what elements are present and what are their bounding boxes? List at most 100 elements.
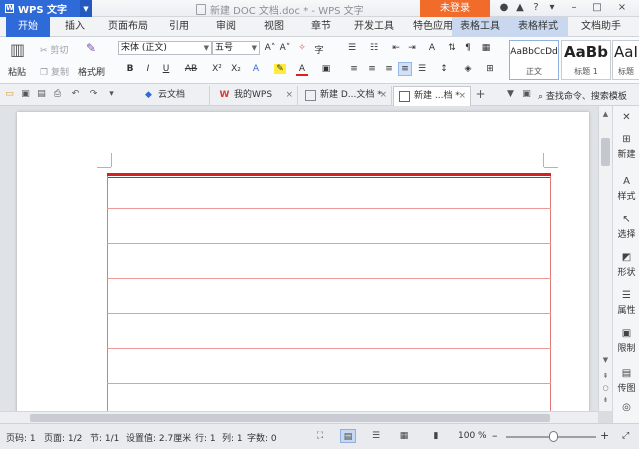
tab-document-1[interactable]: 新建 D...文档 * × bbox=[300, 86, 392, 106]
highlight-icon[interactable]: ✎ bbox=[274, 64, 286, 74]
pane-new[interactable]: ⊞ 新建 bbox=[613, 134, 639, 160]
italic-button[interactable]: I bbox=[142, 64, 154, 74]
print-icon[interactable]: ⎙ bbox=[52, 89, 63, 99]
tab-references[interactable]: 引用 bbox=[160, 17, 198, 37]
scroll-thumb[interactable] bbox=[30, 414, 550, 422]
zoom-slider-handle[interactable] bbox=[549, 431, 558, 442]
pane-close-icon[interactable]: ✕ bbox=[613, 112, 639, 125]
justify-icon[interactable]: ≡ bbox=[399, 64, 411, 74]
table-row-line[interactable] bbox=[107, 348, 551, 349]
new-tab-icon[interactable]: + bbox=[475, 87, 486, 101]
font-name-select[interactable]: 宋体 (正文) ▼ bbox=[118, 41, 212, 55]
chevron-down-icon[interactable]: ▼ bbox=[80, 0, 92, 17]
skin-icon[interactable]: ● bbox=[496, 0, 512, 17]
align-center-icon[interactable]: ≡ bbox=[366, 64, 378, 74]
document-page[interactable] bbox=[17, 112, 589, 411]
help-icon[interactable]: ? bbox=[528, 0, 544, 17]
scroll-up-icon[interactable]: ▲ bbox=[599, 110, 612, 118]
sort-icon[interactable]: ⇅ bbox=[446, 43, 458, 53]
style-heading1[interactable]: AaBb 标题 1 bbox=[561, 40, 611, 80]
undo-icon[interactable]: ↶ bbox=[70, 89, 81, 99]
status-setting[interactable]: 设置值: 2.7厘米 bbox=[126, 431, 191, 444]
tab-insert[interactable]: 插入 bbox=[56, 17, 94, 37]
web-view-icon[interactable]: ▦ bbox=[396, 429, 412, 443]
bullet-list-icon[interactable]: ☰ bbox=[346, 43, 358, 53]
full-screen-icon[interactable]: ⛶ bbox=[312, 429, 328, 443]
style-title[interactable]: AaI 标题 bbox=[612, 40, 639, 80]
line-spacing-icon[interactable]: ↕ bbox=[438, 64, 450, 74]
close-icon[interactable]: × bbox=[379, 86, 387, 105]
redo-icon[interactable]: ↷ bbox=[88, 89, 99, 99]
font-color-icon[interactable]: A bbox=[296, 64, 308, 76]
char-border-icon[interactable]: ▣ bbox=[320, 64, 332, 74]
open-icon[interactable]: ▭ bbox=[4, 89, 15, 99]
document-workspace[interactable] bbox=[0, 106, 598, 411]
table-row-line[interactable] bbox=[107, 278, 551, 279]
close-icon[interactable]: × bbox=[285, 86, 293, 105]
table-icon[interactable]: ▦ bbox=[480, 43, 492, 53]
close-icon[interactable]: × bbox=[458, 87, 466, 106]
pane-style[interactable]: A 样式 bbox=[613, 176, 639, 202]
pane-upload-image[interactable]: ▤ 传图 bbox=[613, 368, 639, 394]
page-view-icon[interactable]: ▤ bbox=[340, 429, 356, 443]
table-row-line[interactable] bbox=[107, 313, 551, 314]
superscript-button[interactable]: X² bbox=[209, 64, 225, 74]
pane-select[interactable]: ↖ 选择 bbox=[613, 214, 639, 240]
tab-my-wps[interactable]: W 我的WPS × bbox=[214, 86, 298, 106]
cut-button[interactable]: ✂ 剪切 bbox=[40, 43, 68, 56]
browse-object-icon[interactable]: ○ bbox=[599, 384, 612, 392]
tab-doc-assistant[interactable]: 文档助手 bbox=[572, 17, 630, 37]
zoom-level[interactable]: 100 % bbox=[458, 431, 487, 441]
pane-properties[interactable]: ☰ 属性 bbox=[613, 290, 639, 316]
distribute-icon[interactable]: ☰ bbox=[416, 64, 428, 74]
tab-developer[interactable]: 开发工具 bbox=[346, 17, 402, 37]
text-effect-icon[interactable]: A bbox=[250, 64, 262, 74]
next-page-icon[interactable]: ⇟ bbox=[599, 396, 612, 404]
print-preview-icon[interactable]: ▤ bbox=[36, 89, 47, 99]
status-section[interactable]: 节: 1/1 bbox=[90, 431, 119, 444]
maximize-button[interactable]: □ bbox=[589, 0, 605, 17]
options-icon[interactable]: ▾ bbox=[544, 0, 560, 17]
zoom-in-button[interactable]: + bbox=[600, 429, 609, 442]
tab-table-style[interactable]: 表格样式 bbox=[508, 17, 568, 37]
tab-page-layout[interactable]: 页面布局 bbox=[100, 17, 156, 37]
status-row[interactable]: 行: 1 bbox=[195, 431, 216, 444]
chinese-layout-icon[interactable]: A bbox=[426, 43, 438, 53]
style-normal[interactable]: AaBbCcDd 正文 bbox=[509, 40, 559, 80]
bold-button[interactable]: B bbox=[124, 64, 136, 74]
paste-button[interactable]: 粘贴 bbox=[8, 65, 26, 78]
scroll-thumb[interactable] bbox=[601, 138, 610, 166]
show-marks-icon[interactable]: ¶ bbox=[462, 43, 474, 53]
tab-view[interactable]: 视图 bbox=[255, 17, 293, 37]
scroll-down-icon[interactable]: ▼ bbox=[599, 356, 612, 364]
font-size-select[interactable]: 五号 ▼ bbox=[212, 41, 260, 55]
close-button[interactable]: × bbox=[614, 0, 630, 17]
grow-font-icon[interactable]: A˄ bbox=[264, 43, 276, 53]
shading-icon[interactable]: ◈ bbox=[462, 64, 474, 74]
login-button[interactable]: 未登录 bbox=[420, 0, 490, 17]
prev-page-icon[interactable]: ⇞ bbox=[599, 372, 612, 380]
app-menu-button[interactable]: W WPS 文字 ▼ bbox=[0, 0, 92, 17]
status-column[interactable]: 列: 1 bbox=[222, 431, 243, 444]
underline-button[interactable]: U bbox=[160, 64, 172, 74]
table-row-line[interactable] bbox=[107, 383, 551, 384]
status-word-count[interactable]: 字数: 0 bbox=[247, 431, 277, 444]
border-icon[interactable]: ⊞ bbox=[484, 64, 496, 74]
tab-cloud-docs[interactable]: ◆ 云文档 bbox=[138, 86, 210, 106]
copy-button[interactable]: ❐ 复制 bbox=[40, 65, 69, 78]
tab-document-2[interactable]: 新建 ...档 * × bbox=[393, 86, 471, 106]
align-right-icon[interactable]: ≡ bbox=[383, 64, 395, 74]
numbered-list-icon[interactable]: ☷ bbox=[368, 43, 380, 53]
paste-icon[interactable]: ▥ bbox=[10, 40, 25, 59]
customize-icon[interactable]: ▾ bbox=[106, 89, 117, 99]
brush-icon[interactable]: ✎ bbox=[86, 41, 96, 55]
clear-format-icon[interactable]: ✧ bbox=[296, 43, 308, 53]
pin-icon[interactable]: ▼ bbox=[505, 89, 516, 99]
more-icon[interactable]: ▣ bbox=[521, 89, 532, 99]
tab-review[interactable]: 审阅 bbox=[207, 17, 245, 37]
increase-indent-icon[interactable]: ⇥ bbox=[406, 43, 418, 53]
pane-shape[interactable]: ◩ 形状 bbox=[613, 252, 639, 278]
tab-table-tools[interactable]: 表格工具 bbox=[452, 17, 508, 37]
pane-idea[interactable]: ◎ bbox=[613, 402, 639, 415]
status-pages[interactable]: 页面: 1/2 bbox=[44, 431, 82, 444]
